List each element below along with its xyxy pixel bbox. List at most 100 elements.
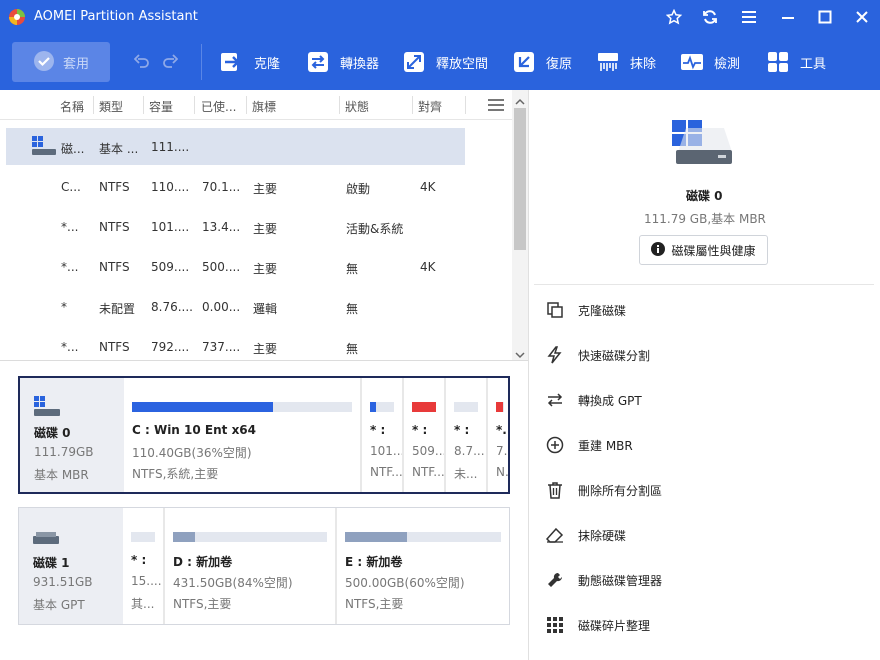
disk-icon bbox=[32, 136, 56, 159]
apply-button[interactable]: 套用 bbox=[12, 42, 110, 82]
disk-icon bbox=[34, 396, 60, 421]
delete-all-partitions-option[interactable]: 刪除所有分割區 bbox=[546, 478, 662, 502]
table-row[interactable]: * 未配置 8.76.... 0.00... 邏輯 無 bbox=[0, 287, 512, 327]
app-logo-icon bbox=[8, 8, 26, 26]
rebuild-mbr-option[interactable]: 重建 MBR bbox=[546, 433, 633, 457]
table-row[interactable]: *... NTFS 101.... 13.4... 主要 活動&系統 bbox=[0, 207, 512, 247]
tools-button[interactable]: 工具 bbox=[766, 44, 826, 80]
convert-button[interactable]: 轉換器 bbox=[306, 44, 379, 80]
undo-icon[interactable] bbox=[133, 54, 150, 71]
close-button[interactable] bbox=[852, 7, 872, 27]
column-divider[interactable] bbox=[246, 96, 247, 114]
partition-fs: NTF... bbox=[412, 465, 444, 479]
selected-disk-name: 磁碟 0 bbox=[686, 189, 723, 203]
disk-icon bbox=[33, 528, 59, 549]
menu-icon[interactable] bbox=[739, 7, 759, 27]
column-header-type[interactable]: 類型 bbox=[99, 98, 123, 115]
table-cell: 4K bbox=[420, 260, 436, 274]
disk-0-card[interactable]: 磁碟 0 111.79GB 基本 MBR C : Win 10 Ent x64 … bbox=[18, 376, 510, 494]
restore-icon bbox=[512, 51, 536, 73]
disk-1-card[interactable]: 磁碟 1 931.51GB 基本 GPT * : 15.... 其... D :… bbox=[18, 507, 510, 625]
check-label: 檢測 bbox=[714, 56, 741, 72]
op-label: 磁碟碎片整理 bbox=[578, 618, 651, 633]
column-divider[interactable] bbox=[93, 96, 94, 114]
restore-button[interactable]: 復原 bbox=[512, 44, 572, 80]
wipe-label: 抹除 bbox=[630, 56, 657, 72]
scrollbar-thumb[interactable] bbox=[514, 108, 526, 250]
disk-0-info: 磁碟 0 111.79GB 基本 MBR bbox=[20, 378, 124, 492]
clone-disk-option[interactable]: 克隆磁碟 bbox=[546, 298, 626, 322]
column-header-used[interactable]: 已使... bbox=[201, 98, 236, 115]
partition-label: D : 新加卷 bbox=[173, 555, 233, 569]
column-header-status[interactable]: 狀態 bbox=[345, 98, 369, 115]
trash-icon bbox=[546, 481, 564, 499]
column-divider[interactable] bbox=[412, 96, 413, 114]
selected-disk-info: 111.79 GB,基本 MBR bbox=[644, 212, 766, 226]
partition-block[interactable]: D : 新加卷 431.50GB(84%空閒) NTFS,主要 bbox=[165, 508, 335, 624]
table-cell: 0.00... bbox=[202, 300, 241, 314]
maximize-button[interactable] bbox=[815, 7, 835, 27]
scroll-up-icon[interactable] bbox=[515, 94, 525, 108]
refresh-icon[interactable] bbox=[700, 7, 720, 27]
info-icon bbox=[651, 241, 666, 259]
redo-icon[interactable] bbox=[162, 54, 179, 71]
partition-block[interactable]: * : 509... NTF... bbox=[404, 378, 444, 492]
convert-label: 轉換器 bbox=[340, 56, 380, 72]
usage-fill bbox=[173, 532, 195, 542]
partition-fs: NTFS,主要 bbox=[173, 597, 232, 611]
column-divider[interactable] bbox=[339, 96, 340, 114]
column-settings-icon[interactable] bbox=[488, 99, 504, 114]
partition-block[interactable]: * : 101... NTF... bbox=[362, 378, 402, 492]
partition-block[interactable]: E : 新加卷 500.00GB(60%空閒) NTFS,主要 bbox=[337, 508, 509, 624]
star-icon[interactable] bbox=[664, 7, 684, 27]
disk-properties-button[interactable]: 磁碟屬性與健康 bbox=[639, 235, 768, 265]
disk-defrag-option[interactable]: 磁碟碎片整理 bbox=[546, 613, 650, 637]
table-cell: 792.... bbox=[151, 340, 190, 354]
dynamic-disk-manager-option[interactable]: 動態磁碟管理器 bbox=[546, 568, 662, 592]
quick-partition-option[interactable]: 快速磁碟分割 bbox=[546, 343, 650, 367]
table-row[interactable]: *... NTFS 792.... 737.... 主要 無 bbox=[0, 327, 512, 360]
usage-bar bbox=[345, 532, 501, 542]
partition-block[interactable]: * : 8.7... 未... bbox=[446, 378, 486, 492]
partition-fs: NTFS,主要 bbox=[345, 597, 404, 611]
defrag-icon bbox=[546, 616, 564, 634]
table-cell: 啟動 bbox=[346, 182, 371, 196]
partition-size: 110.40GB(36%空閒) bbox=[132, 446, 252, 460]
clone-button[interactable]: 克隆 bbox=[220, 44, 280, 80]
free-space-button[interactable]: 釋放空間 bbox=[402, 44, 488, 80]
check-button[interactable]: 檢測 bbox=[680, 44, 740, 80]
table-cell: NTFS bbox=[99, 220, 130, 234]
partition-label: * : bbox=[454, 423, 470, 437]
table-cell: 70.1... bbox=[202, 180, 241, 194]
partition-block[interactable]: * : 15.... 其... bbox=[123, 508, 163, 624]
right-panel-divider bbox=[534, 284, 874, 285]
partition-fs: NTF... bbox=[370, 465, 402, 479]
wipe-icon bbox=[596, 51, 620, 73]
table-row-disk[interactable]: 磁... 基本 ... 111.... bbox=[0, 128, 512, 165]
table-row[interactable]: *... NTFS 509.... 500.... 主要 無 4K bbox=[0, 247, 512, 287]
column-header-capacity[interactable]: 容量 bbox=[149, 98, 173, 115]
column-header-name[interactable]: 名稱 bbox=[60, 98, 84, 115]
column-divider[interactable] bbox=[194, 96, 195, 114]
table-cell: 磁... bbox=[61, 142, 85, 156]
pane-splitter[interactable] bbox=[0, 360, 528, 361]
minimize-button[interactable] bbox=[778, 7, 798, 27]
partition-size: 101... bbox=[370, 444, 402, 458]
wipe-disk-option[interactable]: 抹除硬碟 bbox=[546, 523, 626, 547]
table-cell: 8.76.... bbox=[151, 300, 193, 314]
partition-label: E : 新加卷 bbox=[345, 555, 403, 569]
convert-gpt-option[interactable]: 轉換成 GPT bbox=[546, 388, 642, 412]
table-scrollbar[interactable] bbox=[512, 90, 528, 360]
partition-block[interactable]: *... 7... N... bbox=[488, 378, 508, 492]
wipe-button[interactable]: 抹除 bbox=[596, 44, 656, 80]
usage-fill bbox=[132, 402, 273, 412]
column-divider[interactable] bbox=[143, 96, 144, 114]
column-header-align[interactable]: 對齊 bbox=[418, 98, 442, 115]
usage-bar bbox=[454, 402, 478, 412]
column-header-flag[interactable]: 旗標 bbox=[252, 98, 276, 115]
usage-fill bbox=[345, 532, 408, 542]
table-row[interactable]: C... NTFS 110.... 70.1... 主要 啟動 4K bbox=[0, 167, 512, 207]
partition-block[interactable]: C : Win 10 Ent x64 110.40GB(36%空閒) NTFS,… bbox=[124, 378, 360, 492]
column-divider[interactable] bbox=[465, 96, 466, 114]
usage-bar bbox=[370, 402, 394, 412]
